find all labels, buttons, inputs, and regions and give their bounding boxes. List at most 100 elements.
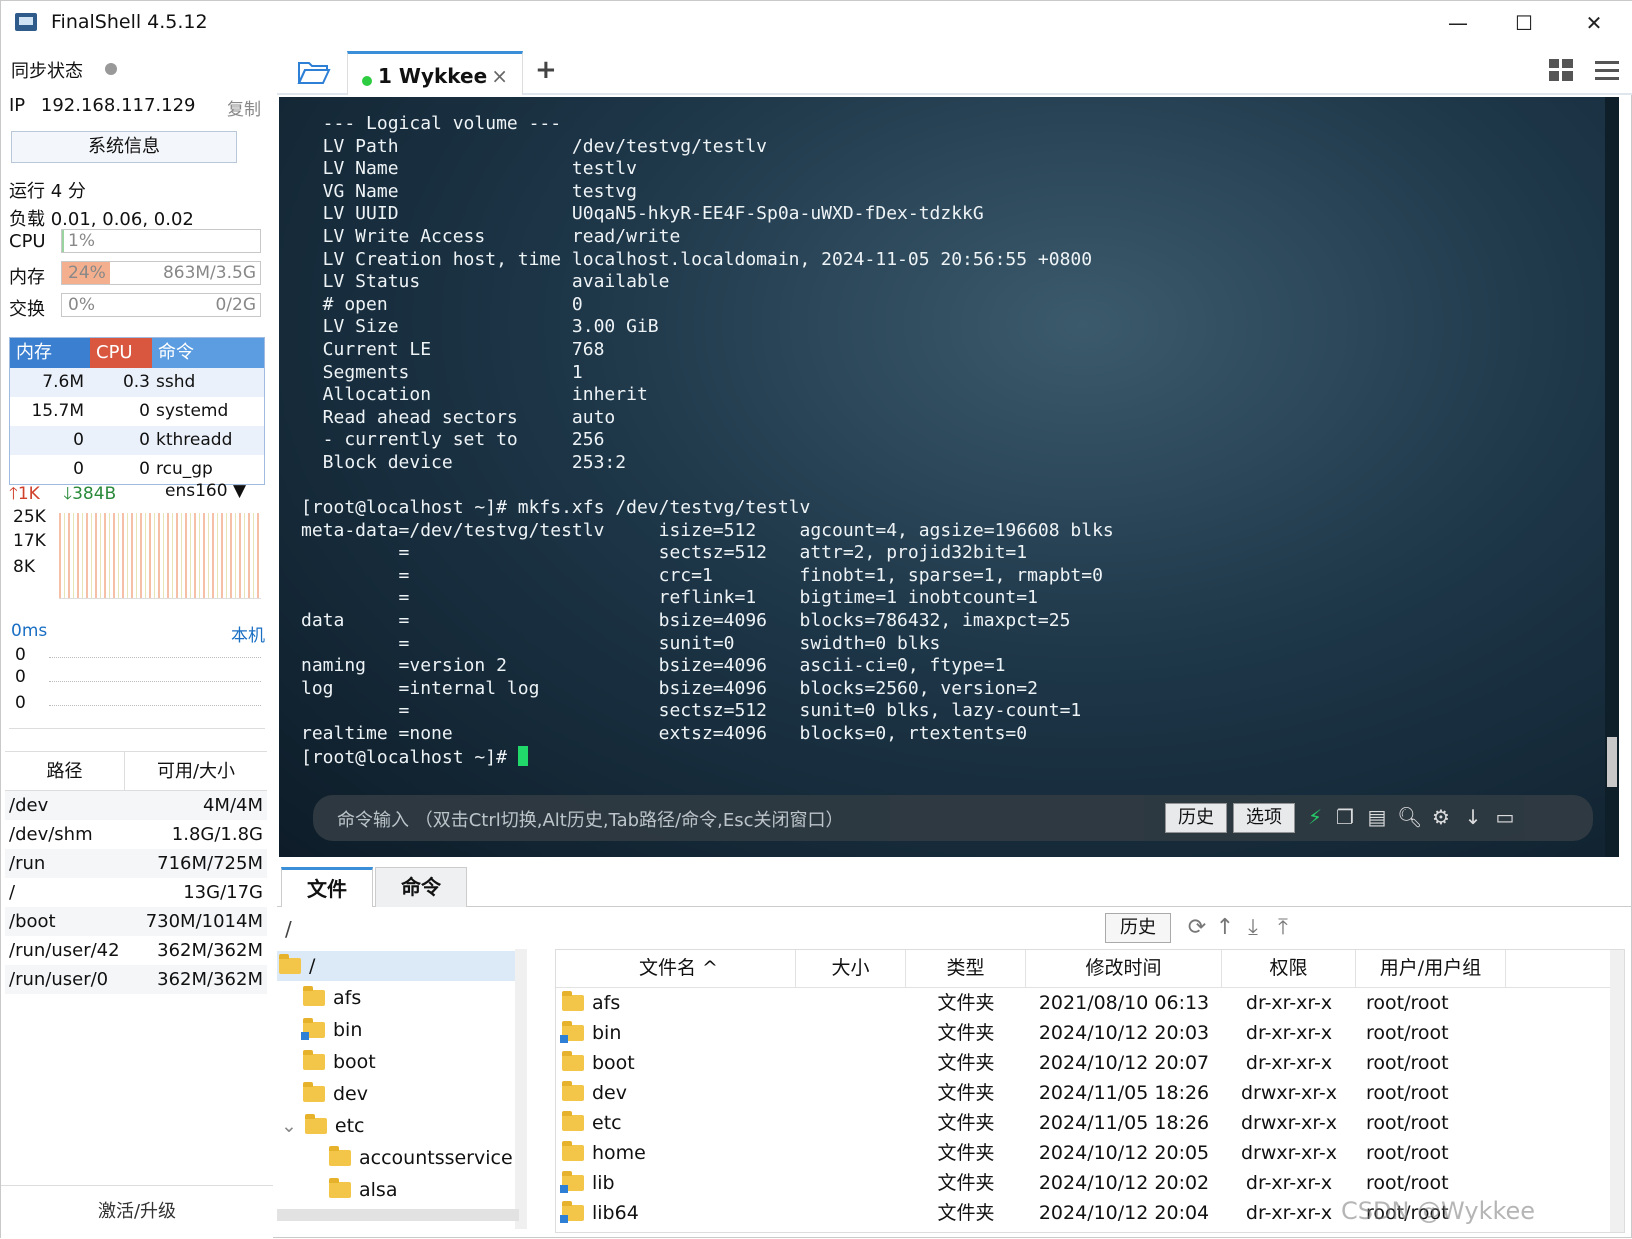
file-row[interactable]: home 文件夹 2024/10/12 20:05 drwxr-xr-x root/ro… — [556, 1138, 1624, 1168]
watermark-text: CSDN @Wykkee — [1341, 1197, 1536, 1225]
folder-link-icon — [560, 1021, 584, 1043]
disk-path: /dev/shm — [9, 824, 93, 845]
proc-header-cmd[interactable]: 命令 — [152, 338, 264, 368]
network-interface-select[interactable]: ens160 ▼ — [165, 481, 246, 501]
terminal-panel[interactable]: --- Logical volume --- LV Path /dev/test… — [279, 97, 1619, 857]
tab-files[interactable]: 文件 — [281, 867, 373, 907]
process-cpu: 0 — [139, 459, 150, 479]
minimize-button[interactable]: — — [1435, 7, 1481, 39]
file-row[interactable]: afs 文件夹 2021/08/10 06:13 dr-xr-xr-x root/roo… — [556, 988, 1624, 1018]
command-input-bar[interactable]: 命令输入 （双击Ctrl切换,Alt历史,Tab路径/命令,Esc关闭窗口） 历… — [313, 795, 1593, 841]
disk-header-size[interactable]: 可用/大小 — [125, 752, 267, 790]
net-scale-mid: 17K — [13, 531, 46, 551]
proc-header-cpu[interactable]: CPU — [90, 338, 152, 368]
disk-row[interactable]: /run 716M/725M — [5, 849, 267, 878]
system-info-button[interactable]: 系统信息 — [11, 131, 237, 163]
disk-row[interactable]: /dev/shm 1.8G/1.8G — [5, 820, 267, 849]
layout-grid-icon[interactable] — [1549, 59, 1573, 81]
upload-icon[interactable]: ⤒ — [1271, 915, 1295, 941]
command-options-button[interactable]: 选项 — [1233, 803, 1295, 833]
disk-size: 1.8G/1.8G — [171, 824, 263, 845]
paste-icon[interactable]: ▤ — [1365, 805, 1389, 829]
menu-icon[interactable] — [1595, 59, 1619, 81]
add-tab-button[interactable]: + — [535, 55, 557, 85]
activate-upgrade-button[interactable]: 激活/升级 — [1, 1185, 273, 1239]
file-row[interactable]: boot 文件夹 2024/10/12 20:07 dr-xr-xr-x root/ro… — [556, 1048, 1624, 1078]
tree-item-afs[interactable]: afs — [303, 983, 361, 1013]
file-permissions: drwxr-xr-x — [1240, 1112, 1338, 1134]
terminal-line: # open 0 — [301, 293, 583, 315]
path-history-button[interactable]: 历史 — [1105, 913, 1171, 943]
file-permissions: dr-xr-xr-x — [1245, 1202, 1333, 1224]
open-folder-icon[interactable] — [297, 59, 331, 85]
ip-row: IP 192.168.117.129 复制 — [9, 95, 261, 120]
parent-dir-icon[interactable]: ↑ — [1213, 915, 1237, 941]
tree-item-dev[interactable]: dev — [303, 1079, 368, 1109]
disk-header-path[interactable]: 路径 — [5, 752, 125, 790]
disk-row[interactable]: /run/user/42 362M/362M — [5, 936, 267, 965]
file-modified: 2024/11/05 18:26 — [1038, 1082, 1210, 1104]
disk-row[interactable]: / 13G/17G — [5, 878, 267, 907]
tree-item-boot[interactable]: boot — [303, 1047, 376, 1077]
file-row[interactable]: bin 文件夹 2024/10/12 20:03 dr-xr-xr-x root/roo… — [556, 1018, 1624, 1048]
tree-item-bin[interactable]: bin — [301, 1015, 362, 1045]
disk-row[interactable]: /boot 730M/1014M — [5, 907, 267, 936]
column-type[interactable]: 类型 — [906, 950, 1026, 987]
refresh-icon[interactable]: ⟳ — [1185, 915, 1209, 941]
tab-commands[interactable]: 命令 — [375, 867, 467, 907]
arrow-down-icon[interactable]: ↓ — [1461, 805, 1485, 829]
column-permissions[interactable]: 权限 — [1222, 950, 1356, 987]
file-type: 文件夹 — [937, 1022, 995, 1044]
copy-ip-button[interactable]: 复制 — [227, 95, 261, 120]
close-button[interactable]: ✕ — [1571, 7, 1617, 39]
column-modified[interactable]: 修改时间 — [1026, 950, 1222, 987]
lightning-icon[interactable]: ⚡ — [1303, 805, 1327, 829]
disk-row[interactable]: /dev 4M/4M — [5, 791, 267, 820]
proc-header-mem[interactable]: 内存 — [10, 338, 90, 368]
window-icon[interactable]: ▭ — [1493, 805, 1517, 829]
tree-scrollbar[interactable] — [515, 949, 527, 1229]
tree-item-root[interactable]: / — [279, 951, 315, 981]
file-row[interactable]: etc 文件夹 2024/11/05 18:26 drwxr-xr-x root/roo… — [556, 1108, 1624, 1138]
tree-horizontal-scrollbar[interactable] — [277, 1209, 519, 1221]
download-icon[interactable]: ⤓ — [1241, 915, 1265, 941]
process-row[interactable]: 7.6M 0.3 sshd — [10, 368, 264, 397]
ip-label: IP — [9, 95, 26, 116]
column-size[interactable]: 大小 — [796, 950, 906, 987]
tree-item-etc[interactable]: ⌄ etc — [281, 1111, 365, 1141]
gear-icon[interactable]: ⚙ — [1429, 805, 1453, 829]
column-filename[interactable]: 文件名 ^ — [556, 950, 796, 987]
chevron-down-icon[interactable]: ⌄ — [281, 1115, 297, 1137]
process-row[interactable]: 0 0 rcu_gp — [10, 455, 264, 484]
tree-item-accountsservice[interactable]: accountsservice — [329, 1143, 513, 1173]
maximize-button[interactable]: ☐ — [1501, 7, 1547, 39]
file-modified: 2024/10/12 20:04 — [1038, 1202, 1210, 1224]
terminal-scrollbar[interactable] — [1605, 97, 1619, 857]
folder-icon — [562, 1051, 584, 1071]
tab-session-wykkee[interactable]: 1 Wykkee × — [347, 51, 523, 95]
process-row[interactable]: 0 0 kthreadd — [10, 426, 264, 455]
disk-row[interactable]: /run/user/0 362M/362M — [5, 965, 267, 994]
tree-item-label: afs — [333, 987, 362, 1009]
current-path-input[interactable]: / — [285, 917, 292, 941]
copy-icon[interactable]: ❐ — [1333, 805, 1357, 829]
close-tab-icon[interactable]: × — [491, 64, 508, 88]
process-row[interactable]: 15.7M 0 systemd — [10, 397, 264, 426]
terminal-scroll-thumb[interactable] — [1607, 737, 1617, 787]
left-status-panel: 同步状态 IP 192.168.117.129 复制 系统信息 运行 4 分 负… — [1, 45, 273, 1239]
search-icon[interactable]: 🔍︎ — [1397, 805, 1422, 829]
ping-target-select[interactable]: 本机 — [231, 621, 265, 646]
tree-item-label: alsa — [359, 1179, 398, 1201]
command-history-button[interactable]: 历史 — [1165, 803, 1227, 833]
file-owner: root/root — [1366, 1112, 1449, 1134]
column-owner[interactable]: 用户/用户组 — [1356, 950, 1506, 987]
tree-item-alsa[interactable]: alsa — [329, 1175, 397, 1205]
file-row[interactable]: lib 文件夹 2024/10/12 20:02 dr-xr-xr-x root/roo… — [556, 1168, 1624, 1198]
file-list-scrollbar[interactable] — [1610, 950, 1624, 1232]
file-owner: root/root — [1366, 1022, 1449, 1044]
terminal-line: = sectsz=512 attr=2, projid32bit=1 — [301, 542, 1028, 564]
file-row[interactable]: dev 文件夹 2024/11/05 18:26 drwxr-xr-x root/roo… — [556, 1078, 1624, 1108]
terminal-line: log =internal log bsize=4096 blocks=2560… — [301, 677, 1038, 699]
command-input-placeholder[interactable]: 命令输入 （双击Ctrl切换,Alt历史,Tab路径/命令,Esc关闭窗口） — [337, 806, 843, 832]
file-name: afs — [592, 992, 621, 1014]
